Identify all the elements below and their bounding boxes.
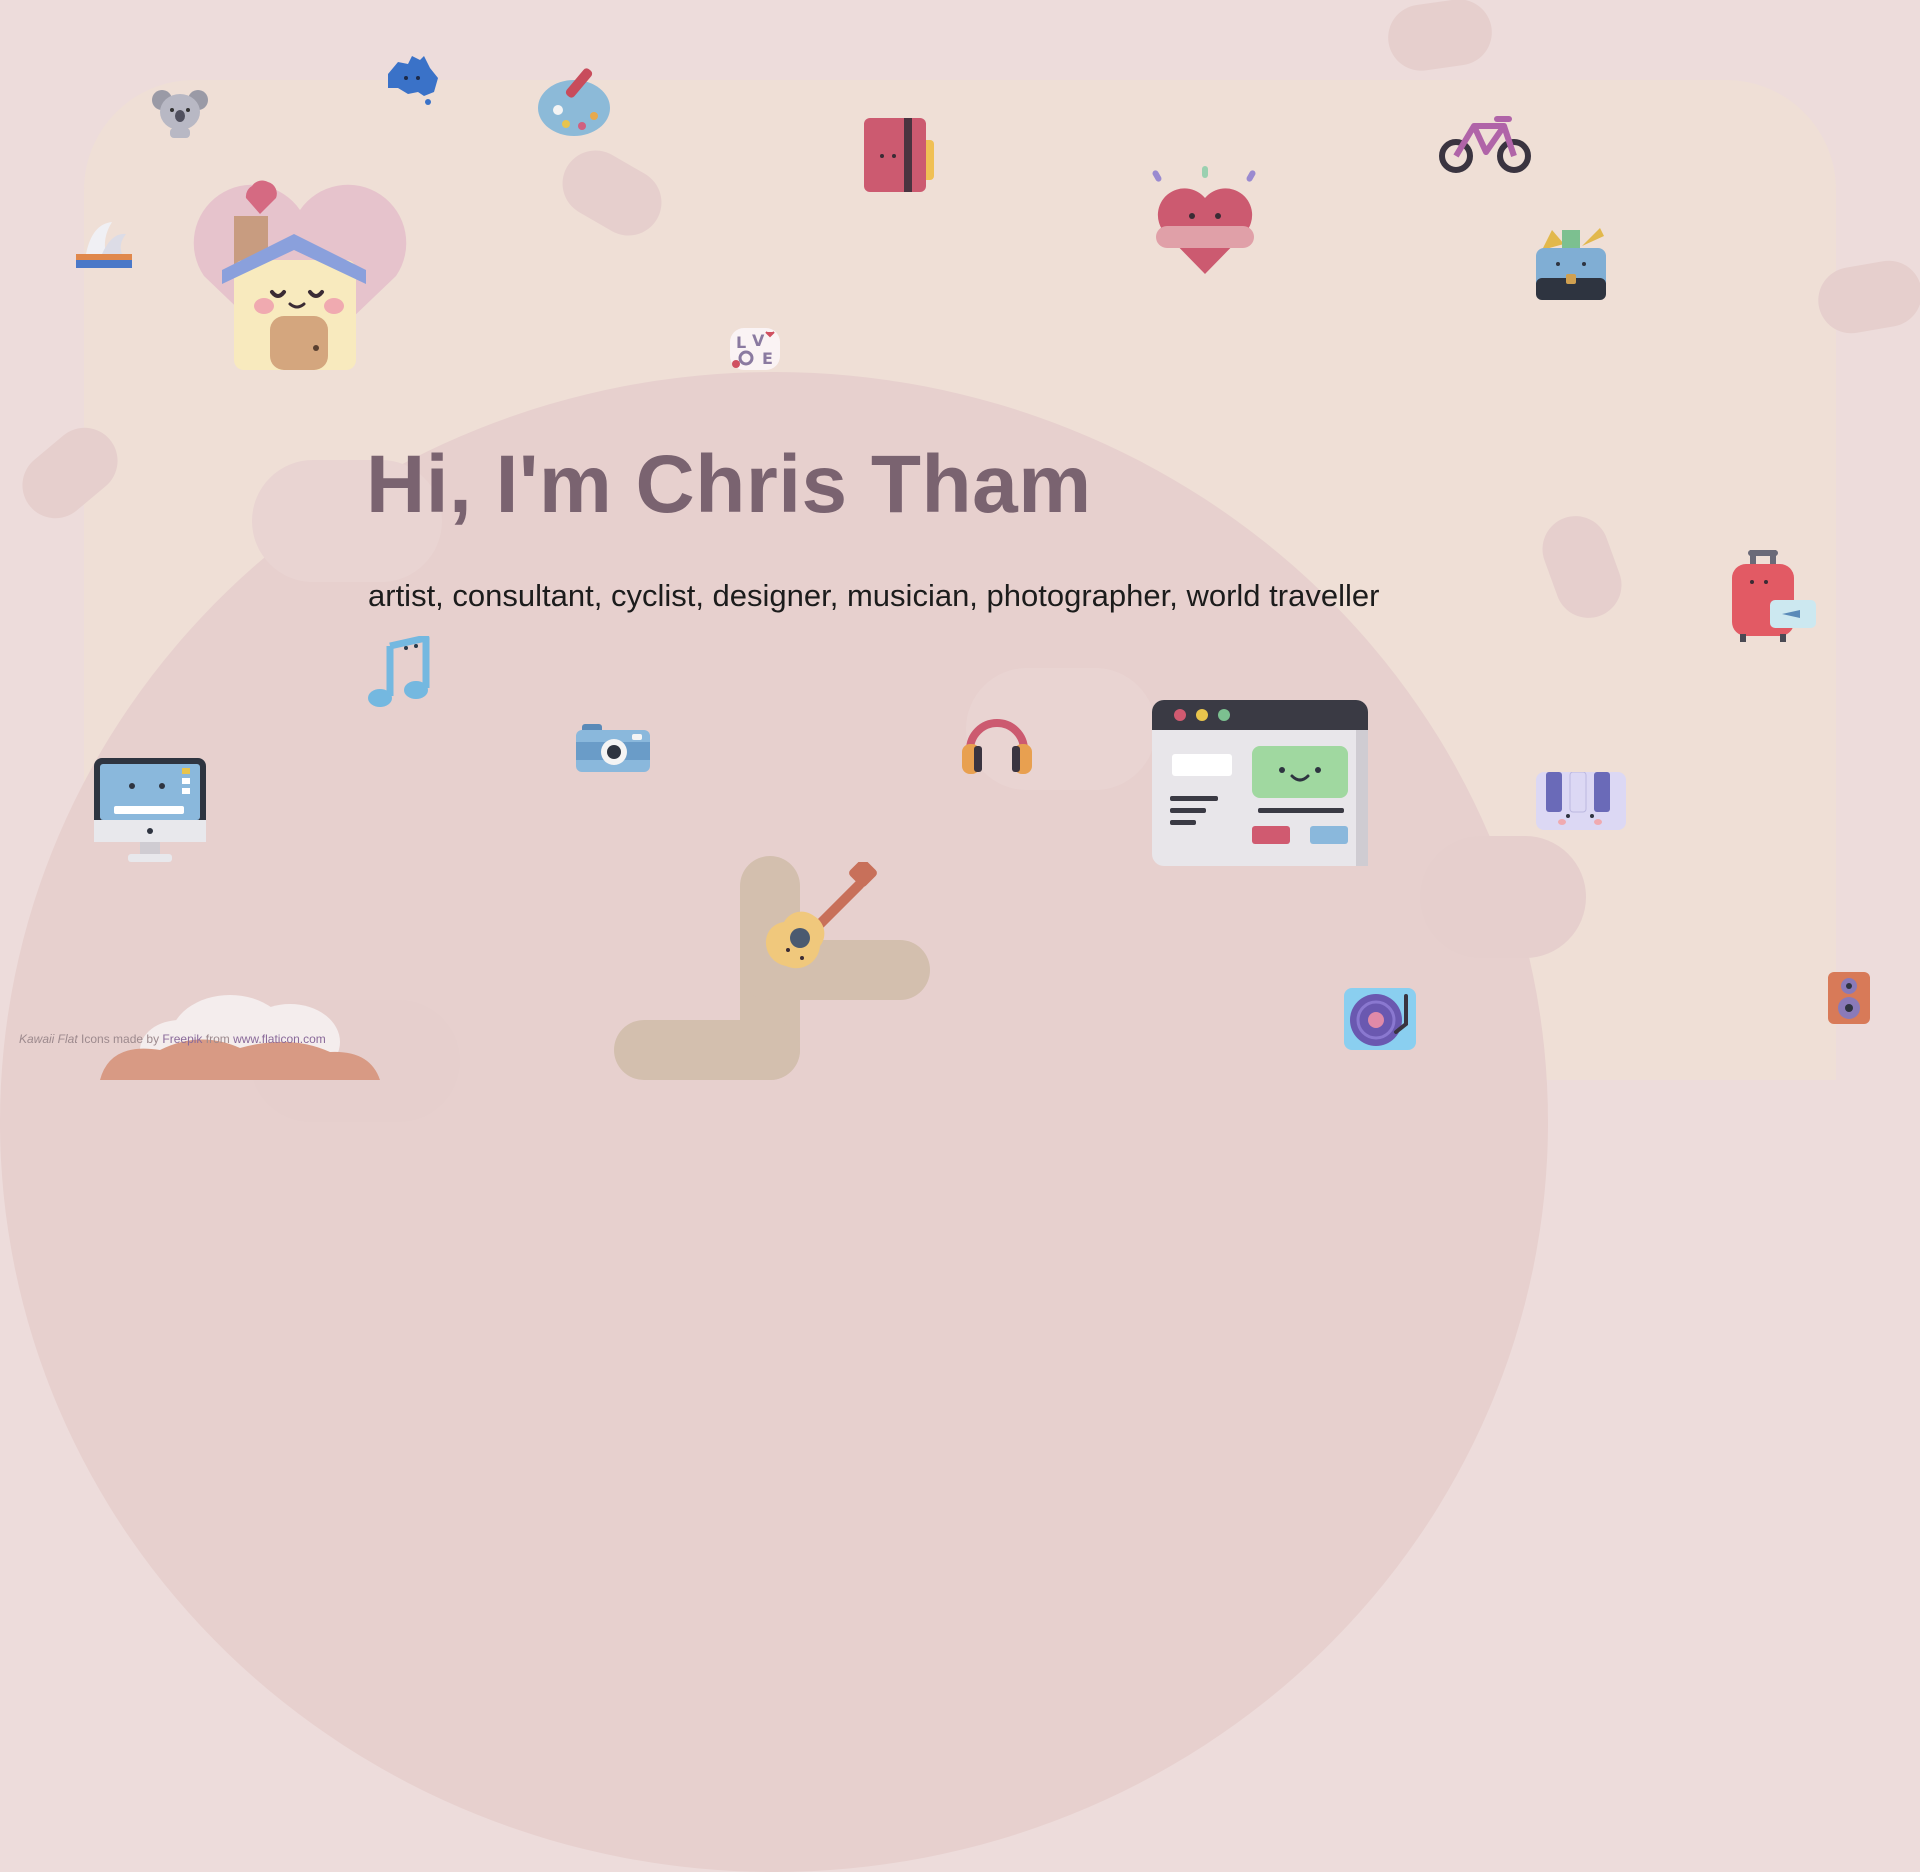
camera-icon <box>576 724 650 772</box>
vinyl-record-icon <box>1344 988 1416 1050</box>
music-note-icon <box>368 636 430 707</box>
svg-text:L: L <box>736 333 746 352</box>
page-subtitle: artist, consultant, cyclist, designer, m… <box>368 578 1380 613</box>
koala-icon <box>152 90 208 138</box>
house-heart-icon <box>193 180 407 370</box>
australia-map-icon <box>388 56 438 105</box>
credit-text: Icons made by <box>77 1032 163 1046</box>
credit-text: from <box>202 1032 234 1046</box>
computer-monitor-icon <box>94 758 206 862</box>
credit-site-link[interactable]: www.flaticon.com <box>233 1032 326 1046</box>
speaker-icon <box>1828 972 1870 1024</box>
guitar-icon <box>765 862 877 969</box>
briefcase-icon <box>1536 228 1606 300</box>
cloud-icon <box>100 995 380 1080</box>
background-blob <box>1383 0 1497 75</box>
suitcase-icon <box>1732 550 1816 642</box>
credit-author-link[interactable]: Freepik <box>162 1032 202 1046</box>
sydney-opera-house-icon <box>76 222 132 268</box>
love-sticker-icon: L V E <box>730 328 780 370</box>
notebook-icon <box>864 118 934 192</box>
heart-hug-icon <box>1152 166 1256 274</box>
paint-palette-icon <box>538 68 610 136</box>
browser-window-icon <box>1152 700 1368 866</box>
icon-credit: Kawaii Flat Icons made by Freepik from w… <box>19 1032 326 1046</box>
page-title: Hi, I'm Chris Tham <box>366 439 1092 530</box>
bicycle-icon <box>1439 116 1531 173</box>
credit-icon-set: Kawaii Flat <box>19 1032 78 1046</box>
headphones-icon <box>962 719 1032 774</box>
keyboard-icon <box>1536 772 1626 830</box>
background-blob <box>1420 836 1586 958</box>
svg-text:V: V <box>752 331 765 350</box>
svg-text:E: E <box>762 349 773 368</box>
